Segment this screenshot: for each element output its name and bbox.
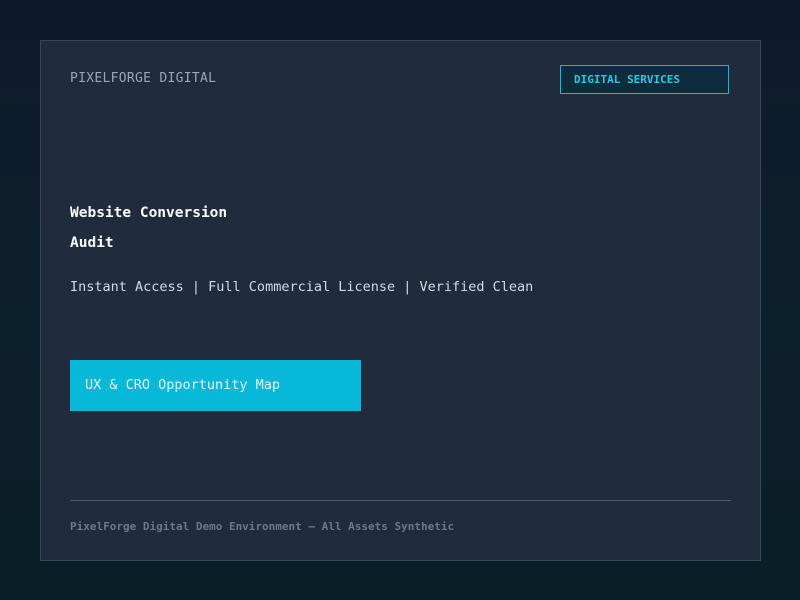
brand-name: PIXELFORGE DIGITAL bbox=[70, 71, 217, 86]
page-title-line-2: Audit bbox=[70, 235, 114, 251]
footer-divider bbox=[70, 500, 731, 501]
opportunity-map-button[interactable]: UX & CRO Opportunity Map bbox=[70, 360, 361, 411]
product-card: PIXELFORGE DIGITAL DIGITAL SERVICES Webs… bbox=[40, 40, 761, 561]
feature-list: Instant Access | Full Commercial License… bbox=[70, 279, 534, 295]
digital-services-badge: DIGITAL SERVICES bbox=[560, 65, 729, 94]
page-title: Website Conversion Audit bbox=[70, 198, 330, 258]
footer-note: PixelForge Digital Demo Environment – Al… bbox=[70, 520, 455, 533]
page-title-line-1: Website Conversion bbox=[70, 205, 228, 221]
